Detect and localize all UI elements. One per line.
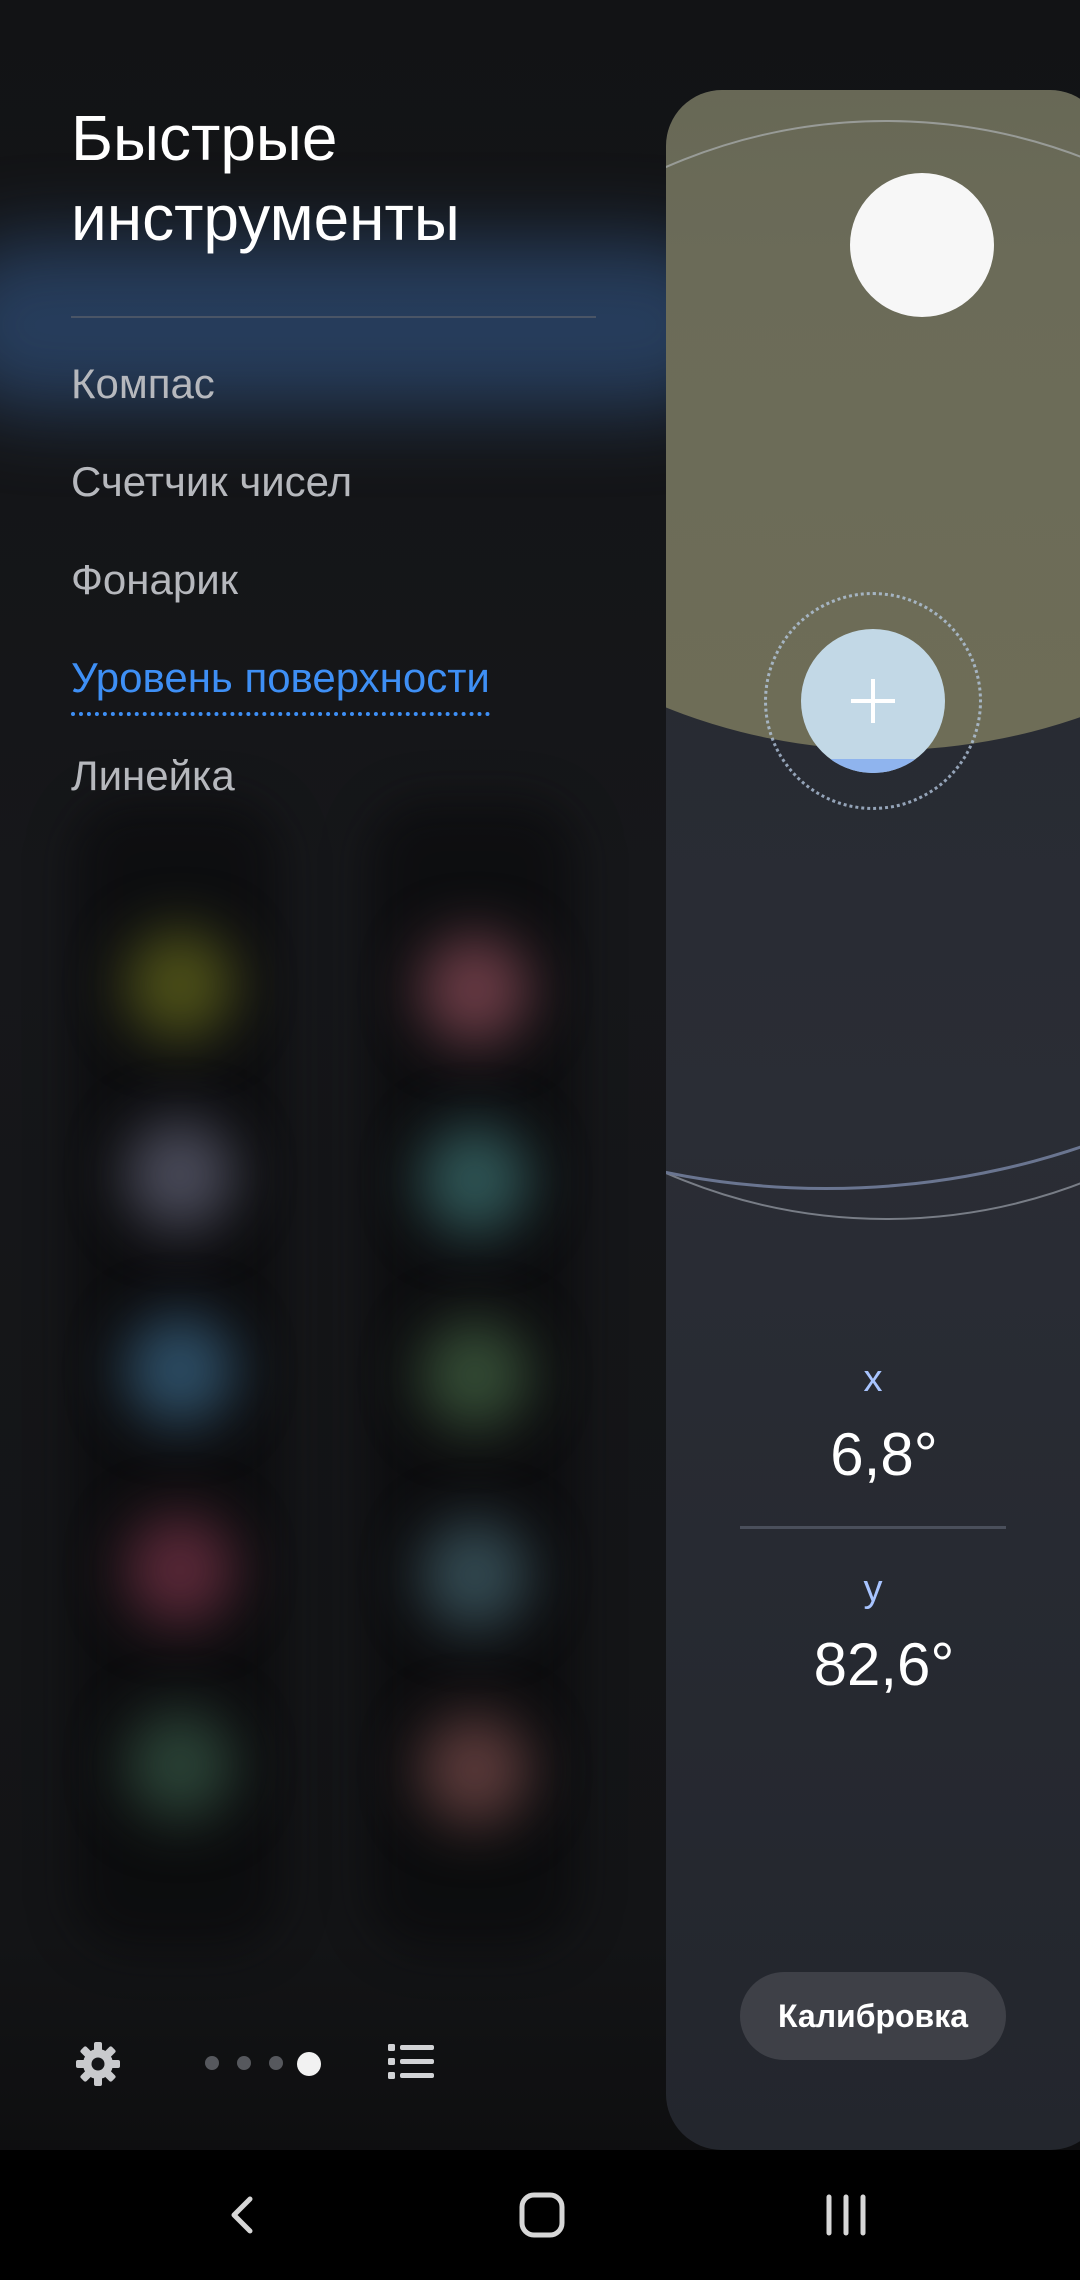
panel-title: Быстрые инструменты xyxy=(71,102,460,254)
recents-icon[interactable] xyxy=(816,2185,876,2245)
page-dot xyxy=(269,2056,283,2070)
values-divider xyxy=(740,1526,1006,1529)
blurred-app-icon xyxy=(420,1715,530,1825)
blurred-app-icon xyxy=(420,1320,530,1430)
blurred-app-icon xyxy=(420,1520,530,1630)
tool-item-compass[interactable]: Компас xyxy=(71,360,215,408)
blurred-app-icon xyxy=(420,935,530,1045)
x-axis-value: 6,8° xyxy=(830,1421,938,1488)
home-icon[interactable] xyxy=(512,2185,572,2245)
tool-item-counter[interactable]: Счетчик чисел xyxy=(71,458,352,506)
y-axis-value: 82,6° xyxy=(813,1631,955,1698)
tool-item-flashlight[interactable]: Фонарик xyxy=(71,556,238,604)
blurred-app-icon xyxy=(125,1710,235,1820)
title-divider xyxy=(71,316,596,318)
blurred-app-icon xyxy=(125,930,235,1040)
y-axis-label: y xyxy=(863,1568,883,1610)
page-dot xyxy=(205,2056,219,2070)
reference-circle xyxy=(850,173,994,317)
level-tool-card[interactable]: x 6,8° y 82,6° Калибровка xyxy=(666,90,1080,2150)
back-icon[interactable] xyxy=(212,2185,272,2245)
blurred-app-icon xyxy=(125,1315,235,1425)
calibrate-button[interactable]: Калибровка xyxy=(740,1972,1006,2060)
blurred-app-icon xyxy=(420,1125,530,1235)
x-axis-label: x xyxy=(863,1358,883,1400)
gear-icon[interactable] xyxy=(74,2040,122,2088)
navigation-bar xyxy=(0,2150,1080,2280)
page-dot-active xyxy=(297,2052,321,2076)
blurred-app-icon xyxy=(125,1515,235,1625)
tool-item-ruler[interactable]: Линейка xyxy=(71,752,235,800)
plus-icon xyxy=(851,679,895,723)
tool-item-level[interactable]: Уровень поверхности xyxy=(71,654,490,716)
list-icon[interactable] xyxy=(388,2042,434,2082)
page-dot xyxy=(237,2056,251,2070)
blurred-app-icon xyxy=(125,1120,235,1230)
level-bubble xyxy=(801,629,945,773)
